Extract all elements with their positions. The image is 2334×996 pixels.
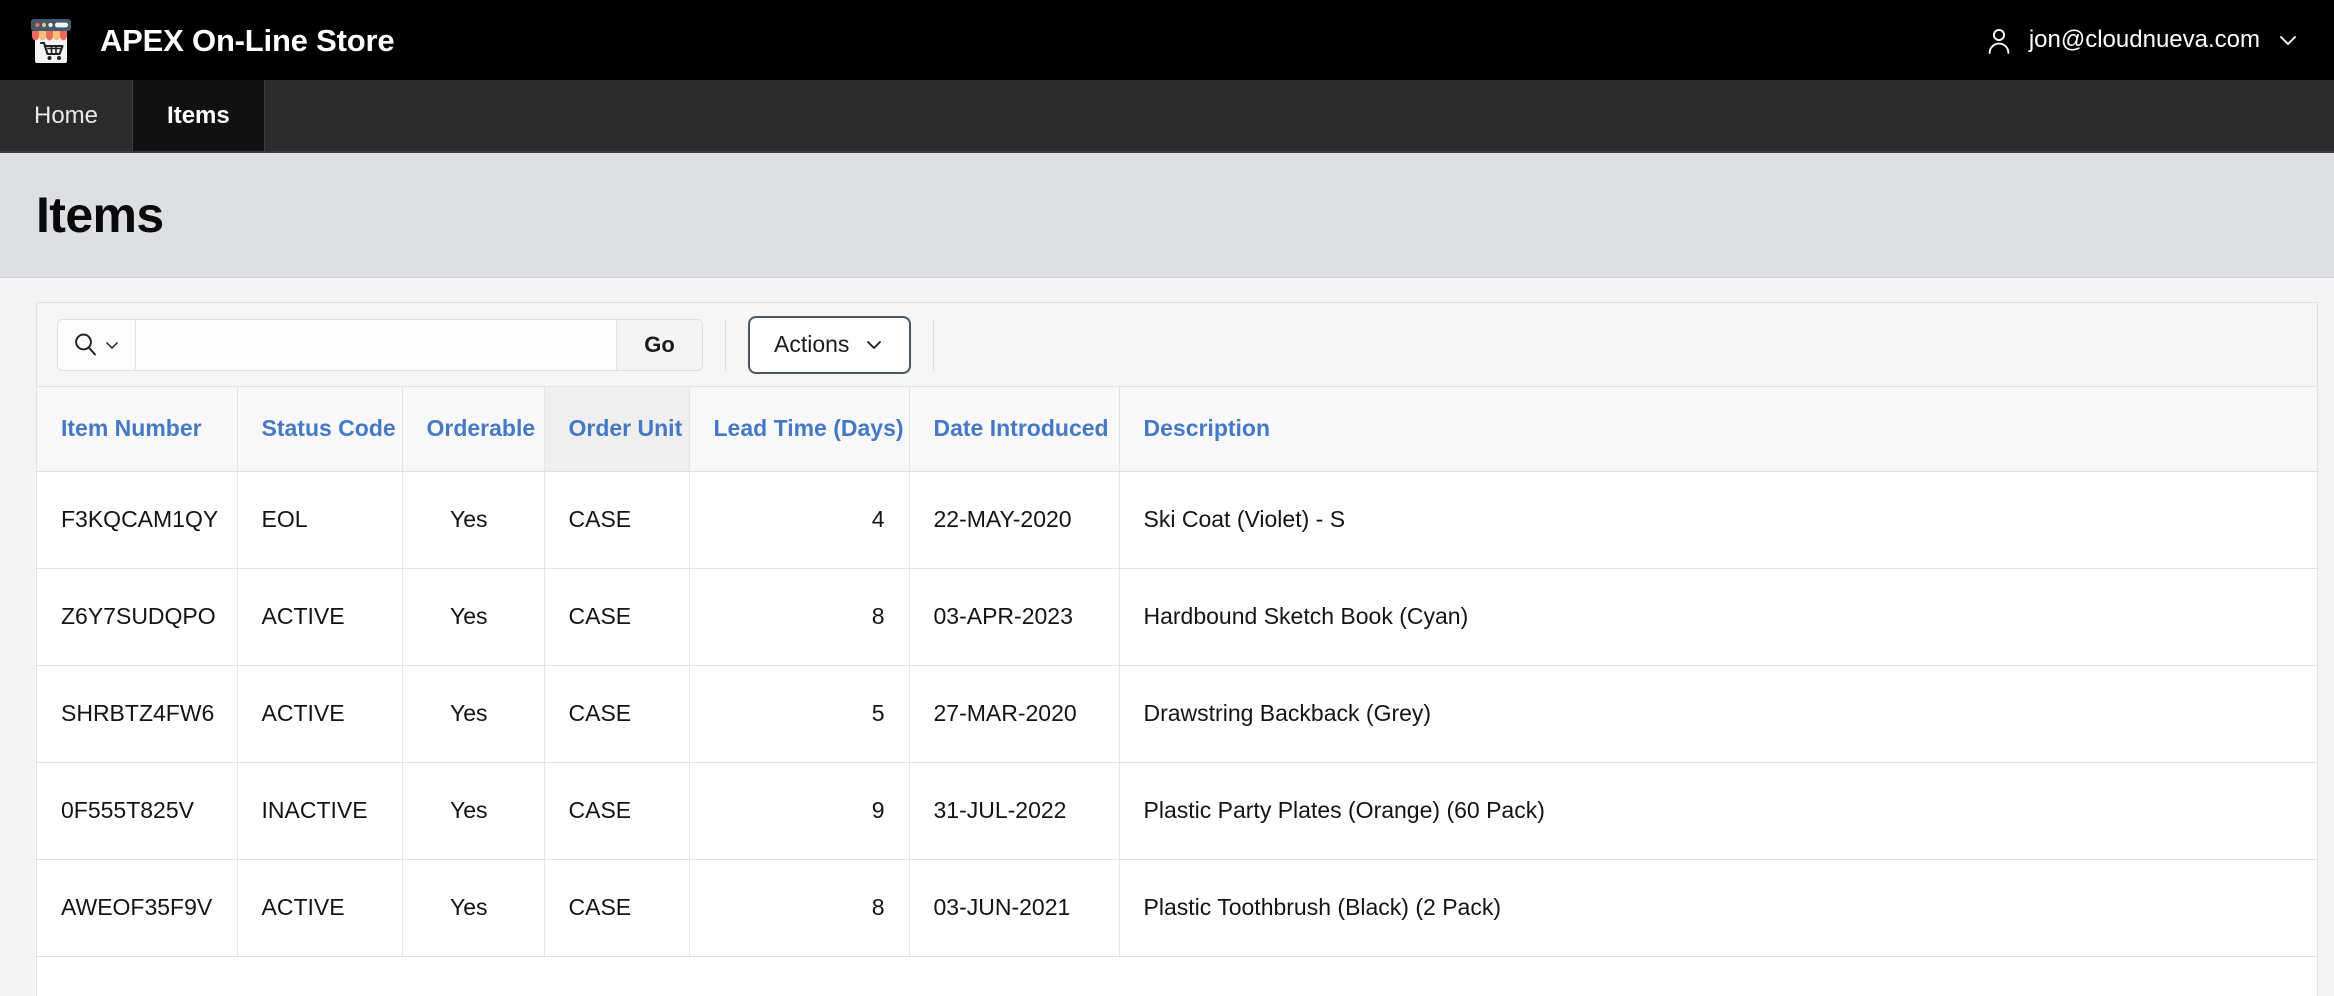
cell-description: Plastic Party Plates (Orange) (60 Pack) xyxy=(1119,762,2317,860)
table-row[interactable]: AWEOF35F9V ACTIVE Yes CASE 8 03-JUN-2021… xyxy=(37,859,2317,957)
cell-item-number: AWEOF35F9V xyxy=(37,859,238,957)
column-header-order-unit[interactable]: Order Unit xyxy=(544,387,690,472)
cell-lead-time: 8 xyxy=(689,568,910,666)
table-row[interactable]: Z6Y7SUDQPO ACTIVE Yes CASE 8 03-APR-2023… xyxy=(37,568,2317,666)
actions-button-label: Actions xyxy=(774,331,850,357)
report-toolbar: Go Actions xyxy=(37,303,2317,387)
tab-items-label: Items xyxy=(167,101,230,129)
cell-date-introduced: 03-JUN-2021 xyxy=(909,859,1120,957)
search-field-group: Go xyxy=(57,318,703,371)
toolbar-divider xyxy=(725,318,726,371)
cell-status-code: ACTIVE xyxy=(237,859,403,957)
toolbar-divider-right xyxy=(933,318,935,371)
cell-orderable: Yes xyxy=(402,859,545,957)
cell-lead-time: 8 xyxy=(689,859,910,957)
cell-date-introduced: 31-JUL-2022 xyxy=(909,762,1120,860)
column-header-orderable[interactable]: Orderable xyxy=(402,387,545,472)
actions-button[interactable]: Actions xyxy=(748,315,912,374)
cell-lead-time: 9 xyxy=(689,762,910,860)
chevron-down-icon xyxy=(103,336,121,354)
search-column-selector[interactable] xyxy=(58,319,136,370)
tab-home[interactable]: Home xyxy=(0,80,134,151)
cell-orderable: Yes xyxy=(402,471,545,569)
user-menu[interactable]: jon@cloudnueva.com xyxy=(1985,26,2300,54)
cell-lead-time: 4 xyxy=(689,471,910,569)
column-header-lead-time[interactable]: Lead Time (Days) xyxy=(689,387,910,472)
cell-status-code: EOL xyxy=(237,471,403,569)
cell-order-unit: CASE xyxy=(544,859,690,957)
cell-item-number: Z6Y7SUDQPO xyxy=(37,568,238,666)
report-grid-wrapper: Item Number Status Code Orderable Order … xyxy=(37,387,2317,957)
cell-description: Plastic Toothbrush (Black) (2 Pack) xyxy=(1119,859,2317,957)
column-header-description[interactable]: Description xyxy=(1119,387,2317,472)
cell-orderable: Yes xyxy=(402,568,545,666)
tab-home-label: Home xyxy=(34,101,99,129)
person-icon xyxy=(1985,26,2013,54)
cell-orderable: Yes xyxy=(402,762,545,860)
chevron-down-icon xyxy=(2276,28,2300,52)
page-title: Items xyxy=(36,187,164,243)
go-button[interactable]: Go xyxy=(616,319,702,370)
chevron-down-icon xyxy=(863,334,885,356)
cell-date-introduced: 27-MAR-2020 xyxy=(909,665,1120,763)
cell-description: Drawstring Backback (Grey) xyxy=(1119,665,2317,763)
cell-lead-time: 5 xyxy=(689,665,910,763)
table-row[interactable]: 0F555T825V INACTIVE Yes CASE 9 31-JUL-20… xyxy=(37,762,2317,860)
table-row[interactable]: SHRBTZ4FW6 ACTIVE Yes CASE 5 27-MAR-2020… xyxy=(37,665,2317,763)
cell-order-unit: CASE xyxy=(544,762,690,860)
cell-order-unit: CASE xyxy=(544,568,690,666)
search-icon xyxy=(72,331,99,358)
cell-description: Ski Coat (Violet) - S xyxy=(1119,471,2317,569)
cell-order-unit: CASE xyxy=(544,665,690,763)
cell-status-code: ACTIVE xyxy=(237,568,403,666)
cell-item-number: 0F555T825V xyxy=(37,762,238,860)
cell-description: Hardbound Sketch Book (Cyan) xyxy=(1119,568,2317,666)
cell-date-introduced: 22-MAY-2020 xyxy=(909,471,1120,569)
storefront-shop-icon xyxy=(24,13,78,67)
app-header: APEX On-Line Store jon@cloudnueva.com xyxy=(0,0,2334,80)
user-email-label: jon@cloudnueva.com xyxy=(2028,26,2260,53)
search-input[interactable] xyxy=(136,319,616,370)
app-title: APEX On-Line Store xyxy=(100,22,395,58)
navigation-tabs: Home Items xyxy=(0,80,2334,153)
cell-date-introduced: 03-APR-2023 xyxy=(909,568,1120,666)
cell-orderable: Yes xyxy=(402,665,545,763)
cell-item-number: F3KQCAM1QY xyxy=(37,471,238,569)
column-header-item-number[interactable]: Item Number xyxy=(37,387,238,472)
cell-order-unit: CASE xyxy=(544,471,690,569)
cell-status-code: INACTIVE xyxy=(237,762,403,860)
table-header-row: Item Number Status Code Orderable Order … xyxy=(37,387,2317,472)
brand[interactable]: APEX On-Line Store xyxy=(24,13,395,67)
page-title-band: Items xyxy=(0,153,2334,278)
cell-status-code: ACTIVE xyxy=(237,665,403,763)
table-row[interactable]: F3KQCAM1QY EOL Yes CASE 4 22-MAY-2020 Sk… xyxy=(37,471,2317,569)
items-table: Item Number Status Code Orderable Order … xyxy=(37,387,2317,957)
cell-item-number: SHRBTZ4FW6 xyxy=(37,665,238,763)
tab-items[interactable]: Items xyxy=(133,80,265,151)
column-header-date-introduced[interactable]: Date Introduced xyxy=(909,387,1120,472)
page-content: Go Actions Item Number Status Code Order… xyxy=(0,278,2334,996)
column-header-status-code[interactable]: Status Code xyxy=(237,387,403,472)
interactive-report-region: Go Actions Item Number Status Code Order… xyxy=(36,302,2318,996)
